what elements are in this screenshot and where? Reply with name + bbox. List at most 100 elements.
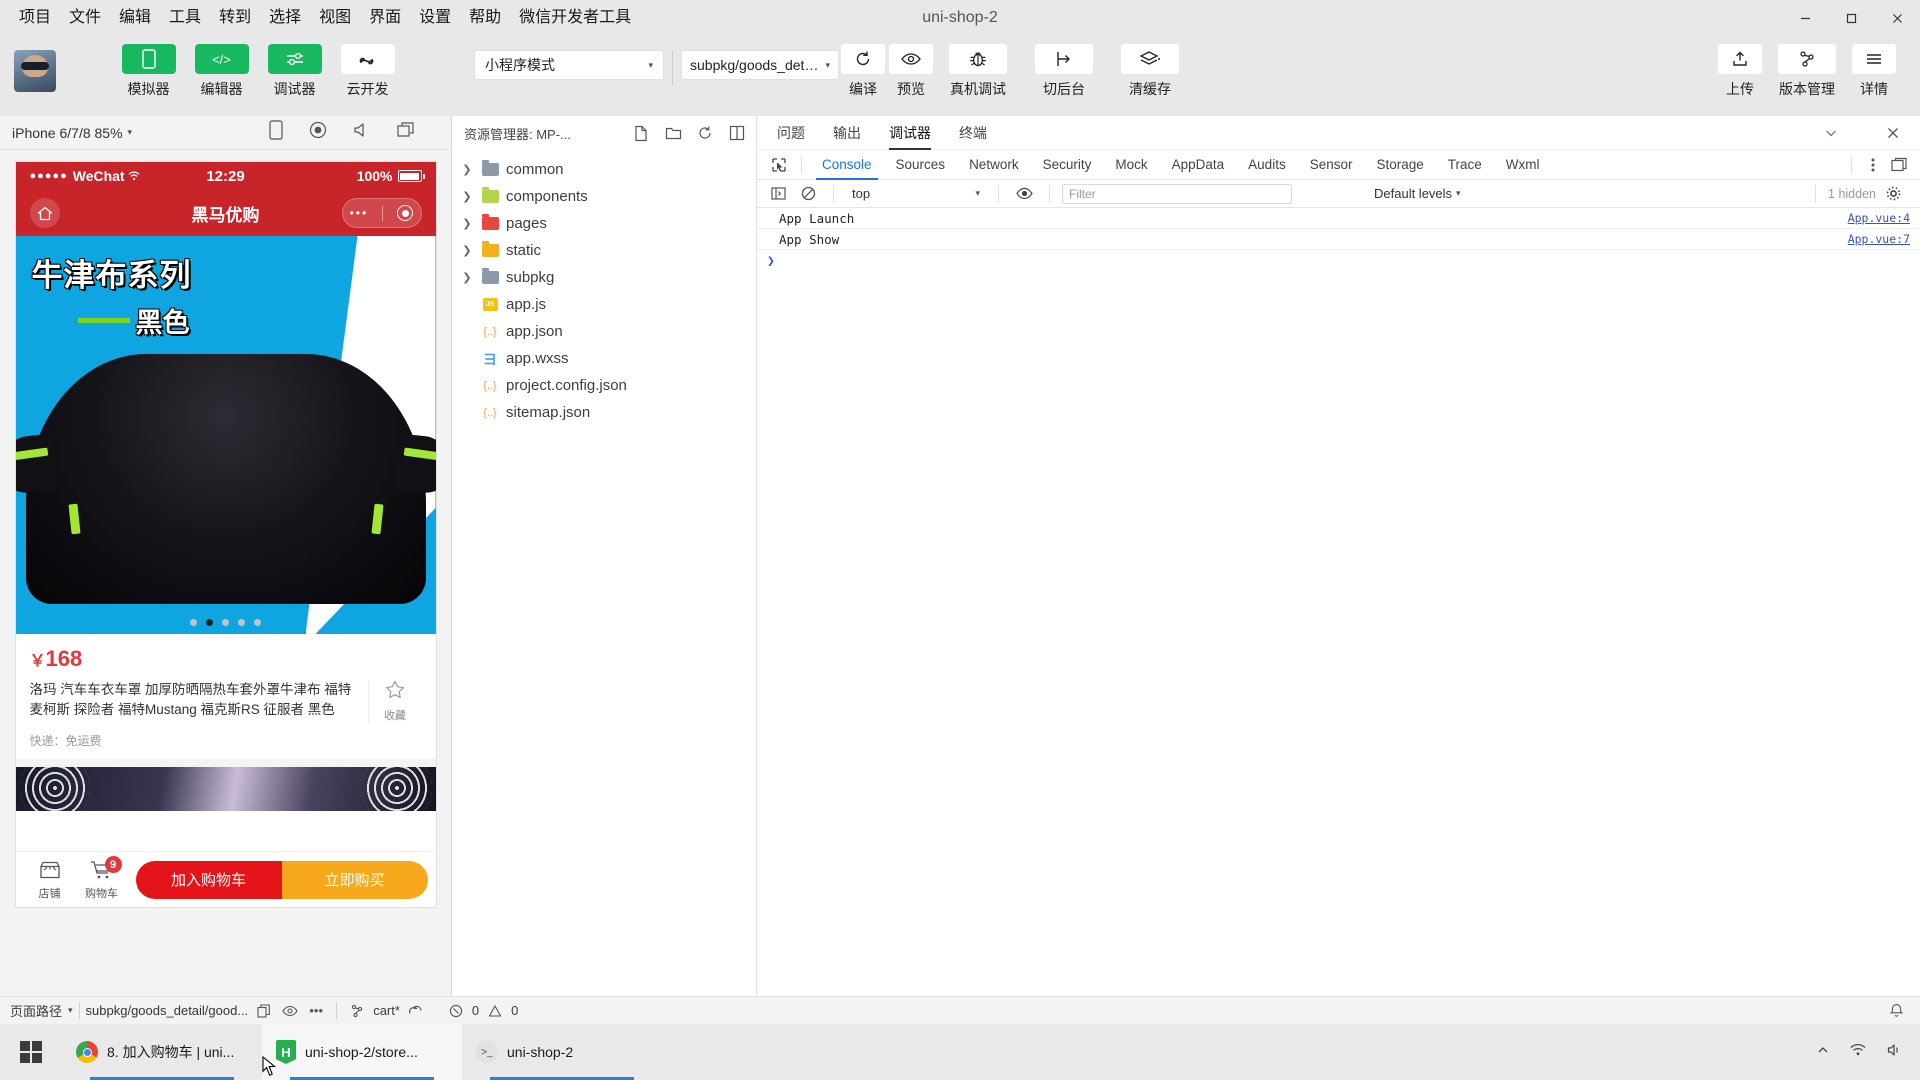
menu-item-interface[interactable]: 界面: [360, 5, 410, 31]
carousel-dots[interactable]: [16, 619, 436, 626]
tree-item-components[interactable]: ❯ components: [452, 183, 756, 210]
sync-icon[interactable]: [406, 1004, 426, 1018]
clear-cache-button[interactable]: 清缓存: [1107, 36, 1193, 99]
rotate-device-icon[interactable]: [269, 120, 283, 145]
favorite-button[interactable]: 收藏: [367, 680, 422, 723]
compile-button[interactable]: 编译: [839, 36, 887, 99]
tree-item-subpkg[interactable]: ❯ subpkg: [452, 264, 756, 291]
console-source-link[interactable]: App.vue:4: [1848, 211, 1910, 225]
minimize-icon[interactable]: [1782, 0, 1828, 36]
tab-output[interactable]: 输出: [833, 116, 861, 150]
inspector-tab-network[interactable]: Network: [957, 150, 1031, 180]
mode-select[interactable]: 小程序模式 ▾: [474, 50, 664, 80]
debugger-button[interactable]: 调试器: [258, 36, 331, 99]
tab-debugger[interactable]: 调试器: [889, 116, 931, 150]
wechat-capsule[interactable]: •••: [341, 198, 422, 228]
new-folder-icon[interactable]: [660, 121, 686, 145]
carousel-dot[interactable]: [222, 619, 229, 626]
maximize-icon[interactable]: [1828, 0, 1874, 36]
inspector-tab-audits[interactable]: Audits: [1236, 150, 1298, 180]
carousel-dot[interactable]: [206, 619, 213, 626]
new-file-icon[interactable]: [628, 121, 654, 145]
mute-icon[interactable]: [353, 122, 371, 143]
chevron-down-icon[interactable]: [1814, 116, 1848, 150]
menu-item-file[interactable]: 文件: [60, 5, 110, 31]
close-icon[interactable]: [1876, 116, 1910, 150]
tab-problems[interactable]: 问题: [777, 116, 805, 150]
tab-terminal[interactable]: 终端: [959, 116, 987, 150]
preview-button[interactable]: 预览: [887, 36, 935, 99]
real-device-debug-button[interactable]: 真机调试: [935, 36, 1021, 99]
eye-icon[interactable]: [280, 1005, 300, 1017]
console-row[interactable]: App Show App.vue:7: [757, 229, 1920, 250]
menu-item-view[interactable]: 视图: [310, 5, 360, 31]
tree-item-app-wxss[interactable]: 彐 app.wxss: [452, 345, 756, 372]
inspector-tab-security[interactable]: Security: [1031, 150, 1104, 180]
menu-item-project[interactable]: 项目: [10, 5, 60, 31]
sidebar-toggle-icon[interactable]: [765, 181, 791, 207]
inspector-tab-trace[interactable]: Trace: [1436, 150, 1494, 180]
more-vertical-icon[interactable]: [1860, 152, 1886, 178]
select-element-icon[interactable]: [765, 153, 793, 177]
simulator-button[interactable]: 模拟器: [112, 36, 185, 99]
buy-now-button[interactable]: 立即购买: [281, 860, 428, 899]
page-select[interactable]: subpkg/goods_deta... ▾: [681, 50, 839, 80]
tree-item-project-config-json[interactable]: {..} project.config.json: [452, 372, 756, 399]
network-icon[interactable]: [1850, 1043, 1866, 1062]
carousel-dot[interactable]: [254, 619, 261, 626]
git-group[interactable]: cart*: [337, 997, 436, 1025]
shop-button[interactable]: 店铺: [24, 858, 76, 901]
chevron-right-icon[interactable]: ❯: [460, 190, 474, 203]
tree-item-sitemap-json[interactable]: {..} sitemap.json: [452, 399, 756, 426]
record-icon[interactable]: [309, 121, 327, 144]
add-to-cart-button[interactable]: 加入购物车: [135, 860, 282, 899]
tree-item-static[interactable]: ❯ static: [452, 237, 756, 264]
diagnostics-group[interactable]: 0 0: [436, 997, 528, 1025]
menu-item-edit[interactable]: 编辑: [110, 5, 160, 31]
inspector-tab-wxml[interactable]: Wxml: [1494, 150, 1552, 180]
chevron-right-icon[interactable]: ❯: [460, 271, 474, 284]
taskbar-item-chrome[interactable]: 8. 加入购物车 | uni...: [62, 1024, 262, 1080]
log-levels-select[interactable]: Default levels ▾: [1374, 186, 1461, 201]
menu-item-goto[interactable]: 转到: [210, 5, 260, 31]
collapse-all-icon[interactable]: [724, 121, 750, 145]
close-icon[interactable]: [1874, 0, 1920, 36]
console-prompt[interactable]: ❯: [757, 250, 1920, 272]
menu-item-select[interactable]: 选择: [260, 5, 310, 31]
refresh-icon[interactable]: [692, 121, 718, 145]
carousel-dot[interactable]: [190, 619, 197, 626]
avatar[interactable]: [14, 50, 56, 92]
console-row[interactable]: App Launch App.vue:4: [757, 208, 1920, 229]
windows-start-icon[interactable]: [0, 1024, 62, 1080]
tree-item-app-json[interactable]: {..} app.json: [452, 318, 756, 345]
inspector-tab-sources[interactable]: Sources: [884, 150, 958, 180]
chevron-down-icon[interactable]: ▾: [68, 1005, 73, 1016]
chevron-right-icon[interactable]: ❯: [460, 163, 474, 176]
copy-icon[interactable]: [254, 1003, 274, 1018]
volume-icon[interactable]: [1886, 1043, 1902, 1062]
chevron-up-icon[interactable]: [1816, 1043, 1830, 1062]
clear-console-icon[interactable]: [795, 181, 821, 207]
more-icon[interactable]: •••: [306, 1003, 326, 1018]
details-button[interactable]: 详情: [1850, 36, 1898, 99]
upload-button[interactable]: 上传: [1716, 36, 1764, 99]
inspector-tab-appdata[interactable]: AppData: [1160, 150, 1237, 180]
inspector-tab-storage[interactable]: Storage: [1364, 150, 1435, 180]
product-carousel[interactable]: 牛津布系列 黑色: [15, 236, 436, 634]
dock-icon[interactable]: [1886, 152, 1912, 178]
version-control-button[interactable]: 版本管理: [1764, 36, 1850, 99]
cart-button[interactable]: 9 购物车: [76, 856, 128, 901]
tree-item-common[interactable]: ❯ common: [452, 156, 756, 183]
inspector-tab-console[interactable]: Console: [810, 150, 884, 180]
tree-item-app-js[interactable]: JS app.js: [452, 291, 756, 318]
device-select[interactable]: iPhone 6/7/8 85% ▾: [12, 125, 132, 141]
cloud-dev-button[interactable]: 云开发: [331, 36, 404, 99]
taskbar-item-devtools[interactable]: >_ uni-shop-2: [462, 1024, 662, 1080]
editor-button[interactable]: </> 编辑器: [185, 36, 258, 99]
menu-item-settings[interactable]: 设置: [410, 5, 460, 31]
bell-icon[interactable]: [1886, 1003, 1906, 1019]
popout-icon[interactable]: [397, 122, 415, 143]
chevron-right-icon[interactable]: ❯: [460, 244, 474, 257]
execution-context-select[interactable]: top ▾: [846, 186, 986, 201]
taskbar-item-hbuilder[interactable]: H uni-shop-2/store...: [262, 1024, 462, 1080]
